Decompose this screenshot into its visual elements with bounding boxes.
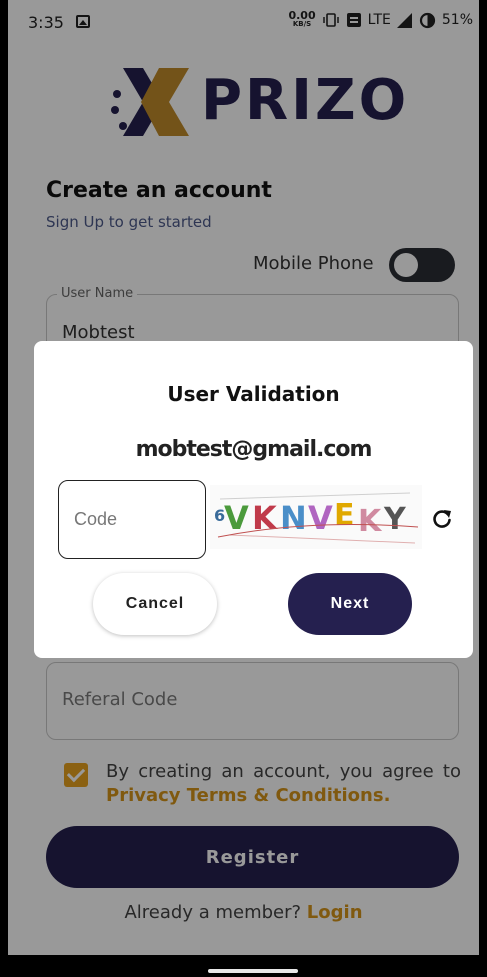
next-button[interactable]: Next — [288, 573, 412, 635]
svg-text:N: N — [280, 499, 307, 537]
dialog-title: User Validation — [167, 382, 340, 406]
svg-text:K: K — [358, 504, 383, 539]
svg-text:E: E — [334, 498, 355, 533]
refresh-captcha-icon[interactable] — [431, 508, 453, 530]
app-screen: 3:35 0.00 KB/S LTE 51% PRIZO Create an a… — [8, 0, 479, 955]
home-gesture-handle[interactable] — [208, 969, 298, 973]
user-validation-dialog: User Validation mobtest@gmail.com 6 V K … — [34, 341, 473, 658]
svg-text:V: V — [308, 499, 333, 537]
captcha-image: 6 V K N V E K Y — [210, 485, 422, 549]
dialog-email: mobtest@gmail.com — [135, 437, 373, 462]
svg-text:V: V — [224, 499, 249, 537]
captcha-code-input[interactable] — [58, 480, 206, 559]
cancel-button[interactable]: Cancel — [93, 573, 217, 635]
navigation-bar — [0, 955, 487, 977]
svg-text:Y: Y — [383, 502, 407, 537]
svg-text:K: K — [252, 499, 278, 537]
